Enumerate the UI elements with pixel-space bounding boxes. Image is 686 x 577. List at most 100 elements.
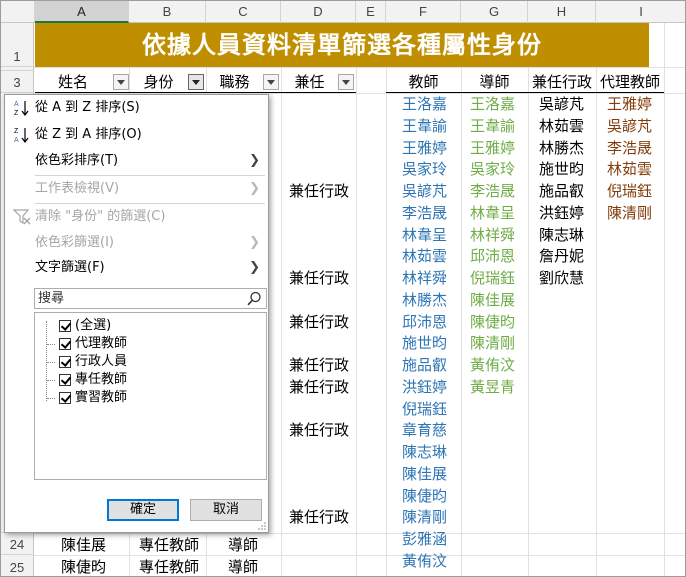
list-item[interactable]: 林勝杰 <box>402 290 447 310</box>
column-header-b[interactable]: B <box>129 1 206 23</box>
concurrent-cell[interactable]: 兼任行政 <box>289 355 349 375</box>
list-item[interactable]: 吳家玲 <box>470 159 515 179</box>
list-item[interactable]: 黃侑汶 <box>402 551 447 571</box>
filter-item-intern-teacher[interactable]: 實習教師 <box>35 389 265 407</box>
concurrent-cell[interactable]: 兼任行政 <box>289 507 349 527</box>
concurrent-cell[interactable]: 兼任行政 <box>289 420 349 440</box>
list-item[interactable]: 邱沛恩 <box>470 246 515 266</box>
name-filter-dropdown-icon[interactable] <box>113 74 129 90</box>
list-item[interactable]: 陳志琳 <box>539 225 584 245</box>
list-item[interactable]: 邱沛恩 <box>402 312 447 332</box>
row-header-1[interactable]: 1 <box>1 23 34 67</box>
select-all-corner[interactable] <box>1 1 35 23</box>
list-item[interactable]: 陳志琳 <box>402 442 447 462</box>
concurrent-cell[interactable]: 兼任行政 <box>289 312 349 332</box>
concurrent-filter-dropdown-icon[interactable] <box>338 74 354 90</box>
cell-b25[interactable]: 專任教師 <box>139 557 199 576</box>
list-item[interactable]: 陳倢昀 <box>402 486 447 506</box>
category-header-admin[interactable]: 兼任行政 <box>528 71 596 93</box>
concurrent-cell[interactable]: 兼任行政 <box>289 268 349 288</box>
list-item[interactable]: 施世昀 <box>539 159 584 179</box>
list-item[interactable]: 王雅婷 <box>607 94 652 114</box>
list-item[interactable]: 林祥舜 <box>402 268 447 288</box>
list-item[interactable]: 林祥舜 <box>470 225 515 245</box>
list-item[interactable]: 陳清剛 <box>470 333 515 353</box>
cell-a24[interactable]: 陳佳展 <box>61 535 106 555</box>
list-item[interactable]: 王韋諭 <box>402 116 447 136</box>
sheet-title[interactable]: 依據人員資料清單篩選各種屬性身份 <box>35 23 649 67</box>
filter-item-select-all[interactable]: (全選) <box>35 317 265 335</box>
category-header-substitute[interactable]: 代理教師 <box>596 71 664 93</box>
column-header-h[interactable]: H <box>528 1 596 23</box>
list-item[interactable]: 王韋諭 <box>470 116 515 136</box>
list-item[interactable]: 黃昱青 <box>470 377 515 397</box>
filter-value-list[interactable]: (全選) 代理教師 行政人員 專任教師 實習教師 <box>34 312 267 480</box>
list-item[interactable]: 劉欣慧 <box>539 268 584 288</box>
list-item[interactable]: 吳諺芃 <box>539 94 584 114</box>
menu-sort-by-color[interactable]: 依色彩排序(T) ❯ <box>5 149 268 173</box>
list-item[interactable]: 吳諺芃 <box>607 116 652 136</box>
resize-grip-icon[interactable] <box>258 522 266 530</box>
list-item[interactable]: 林茹雲 <box>539 116 584 136</box>
cell-a25[interactable]: 陳倢昀 <box>61 557 106 576</box>
list-item[interactable]: 倪瑞鈺 <box>402 399 447 419</box>
list-item[interactable]: 林勝杰 <box>539 138 584 158</box>
menu-text-filters[interactable]: 文字篩選(F) ❯ <box>5 256 268 280</box>
column-header-f[interactable]: F <box>386 1 461 23</box>
list-item[interactable]: 陳佳展 <box>470 290 515 310</box>
list-item[interactable]: 洪鈺婷 <box>539 203 584 223</box>
list-item[interactable]: 吳家玲 <box>402 159 447 179</box>
list-item[interactable]: 吳諺芃 <box>402 181 447 201</box>
list-item[interactable]: 施品叡 <box>539 181 584 201</box>
list-item[interactable]: 洪鈺婷 <box>402 377 447 397</box>
list-item[interactable]: 章育慈 <box>402 420 447 440</box>
list-item[interactable]: 倪瑞鈺 <box>607 181 652 201</box>
list-item[interactable]: 施世昀 <box>402 333 447 353</box>
list-item[interactable]: 林韋呈 <box>470 203 515 223</box>
cell-b24[interactable]: 專任教師 <box>139 535 199 555</box>
filter-search-input[interactable] <box>35 289 235 308</box>
checkbox-checked[interactable] <box>59 320 71 332</box>
list-item[interactable]: 林韋呈 <box>402 225 447 245</box>
filter-item-fulltime-teacher[interactable]: 專任教師 <box>35 371 265 389</box>
list-item[interactable]: 陳清剛 <box>402 507 447 527</box>
list-item[interactable]: 王雅婷 <box>402 138 447 158</box>
ok-button[interactable]: 確定 <box>107 499 179 521</box>
filter-item-substitute-teacher[interactable]: 代理教師 <box>35 335 265 353</box>
list-item[interactable]: 施品叡 <box>402 355 447 375</box>
concurrent-cell[interactable]: 兼任行政 <box>289 181 349 201</box>
list-item[interactable]: 陳佳展 <box>402 464 447 484</box>
spreadsheet[interactable]: A B C D E F G H I 1 3 24 25 依據人員資料清單篩選各種… <box>0 0 686 577</box>
column-header-c[interactable]: C <box>206 1 281 23</box>
category-header-teacher[interactable]: 教師 <box>386 71 461 93</box>
list-item[interactable]: 王雅婷 <box>470 138 515 158</box>
identity-filter-dropdown-icon[interactable] <box>188 74 204 90</box>
filter-dropdown-menu[interactable]: A Z 從 A 到 Z 排序(S) Z A 從 Z 到 A 排序(O) 依色彩排… <box>4 94 269 533</box>
list-item[interactable]: 王洛嘉 <box>470 94 515 114</box>
column-header-a[interactable]: A <box>35 1 129 23</box>
row-header-24[interactable]: 24 <box>1 533 34 555</box>
list-item[interactable]: 李浩晟 <box>607 138 652 158</box>
column-header-d[interactable]: D <box>281 1 356 23</box>
column-header-e[interactable]: E <box>356 1 386 23</box>
list-item[interactable]: 倪瑞鈺 <box>470 268 515 288</box>
list-item[interactable]: 陳清剛 <box>607 203 652 223</box>
list-item[interactable]: 李浩晟 <box>402 203 447 223</box>
list-item[interactable]: 林茹雲 <box>607 159 652 179</box>
list-item[interactable]: 彭雅涵 <box>402 529 447 549</box>
menu-sort-a-to-z[interactable]: A Z 從 A 到 Z 排序(S) <box>5 96 268 120</box>
list-item[interactable]: 詹丹妮 <box>539 246 584 266</box>
checkbox-checked[interactable] <box>59 392 71 404</box>
checkbox-checked[interactable] <box>59 374 71 386</box>
duty-filter-dropdown-icon[interactable] <box>263 74 279 90</box>
column-header-i[interactable]: I <box>596 1 685 23</box>
cell-c25[interactable]: 導師 <box>228 557 258 576</box>
list-item[interactable]: 黃侑汶 <box>470 355 515 375</box>
list-item[interactable]: 林茹雲 <box>402 246 447 266</box>
search-icon[interactable] <box>247 291 262 306</box>
row-header-3[interactable]: 3 <box>1 71 34 93</box>
filter-search-box[interactable] <box>34 288 267 309</box>
menu-sort-z-to-a[interactable]: Z A 從 Z 到 A 排序(O) <box>5 123 268 147</box>
list-item[interactable]: 李浩晟 <box>470 181 515 201</box>
filter-item-admin-staff[interactable]: 行政人員 <box>35 353 265 371</box>
